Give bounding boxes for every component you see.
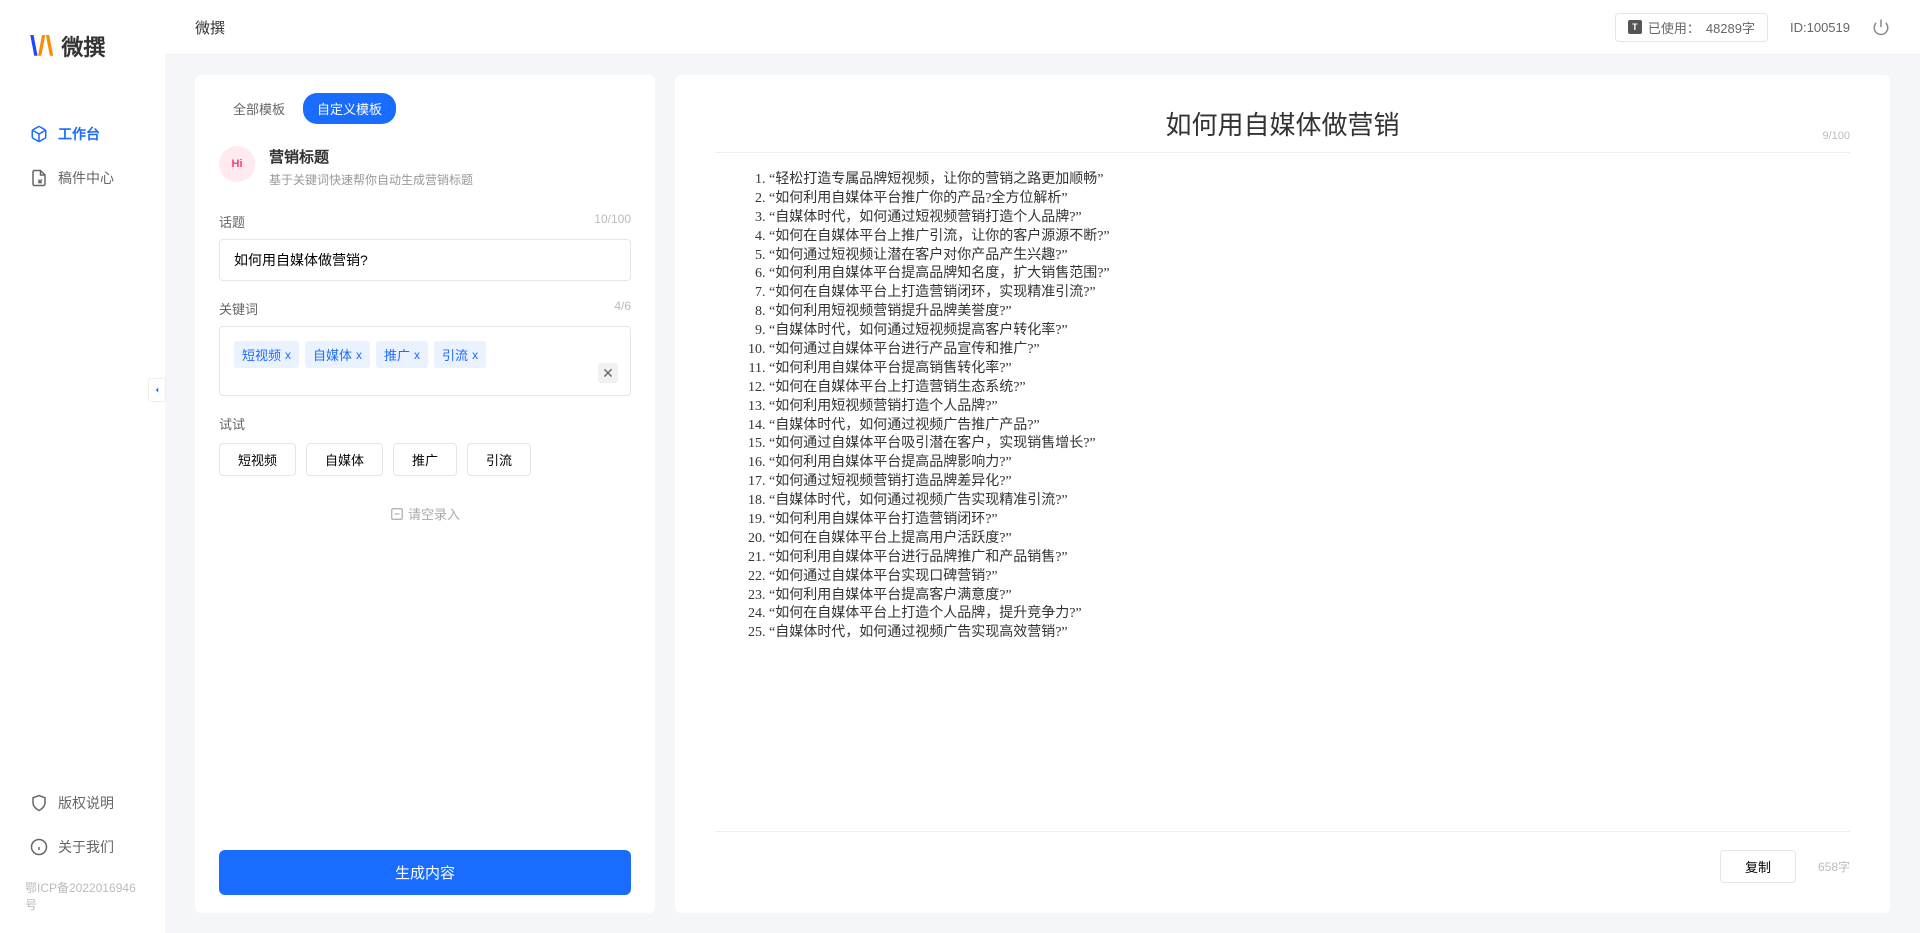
icp-text: 鄂ICP备2022016946号 (0, 869, 165, 913)
result-item: “如何通过短视频让潜在客户对你产品产生兴趣?” (769, 247, 1850, 266)
result-item: “轻松打造专属品牌短视频，让你的营销之路更加顺畅” (769, 171, 1850, 190)
sidebar-collapse-button[interactable] (148, 378, 166, 402)
fill-hint[interactable]: 请空录入 (219, 504, 631, 523)
result-item: “如何利用自媒体平台提高销售转化率?” (769, 360, 1850, 379)
logo-mark: \/\ (30, 30, 53, 62)
nav-label: 版权说明 (58, 793, 114, 813)
divider (715, 152, 1850, 153)
topic-input[interactable] (219, 239, 631, 281)
topic-count: 10/100 (594, 212, 631, 231)
clear-tags-button[interactable]: ✕ (598, 363, 618, 383)
result-title-row: 如何用自媒体做营销 9/100 (715, 105, 1850, 142)
result-item: “如何利用自媒体平台打造营销闭环?” (769, 511, 1850, 530)
result-item: “自媒体时代，如何通过短视频营销打造个人品牌?” (769, 209, 1850, 228)
result-item: “自媒体时代，如何通过视频广告推广产品?” (769, 417, 1850, 436)
info-icon (30, 838, 48, 856)
suggestion-chip[interactable]: 推广 (393, 443, 457, 476)
result-item: “如何利用自媒体平台推广你的产品?全方位解析” (769, 190, 1850, 209)
result-item: “自媒体时代，如何通过视频广告实现精准引流?” (769, 492, 1850, 511)
template-head: Hi 营销标题 基于关键词快速帮你自动生成营销标题 (219, 146, 631, 188)
keyword-tags-box[interactable]: 短视频 x自媒体 x推广 x引流 x ✕ (219, 326, 631, 396)
remove-tag-icon[interactable]: x (472, 348, 478, 362)
result-item: “如何利用短视频营销打造个人品牌?” (769, 398, 1850, 417)
content: 全部模板 自定义模板 Hi 营销标题 基于关键词快速帮你自动生成营销标题 话题 … (165, 55, 1920, 933)
sidebar-item-drafts[interactable]: 稿件中心 (0, 156, 165, 200)
text-icon: T (1628, 20, 1642, 34)
user-id: ID:100519 (1790, 20, 1850, 35)
shield-icon (30, 794, 48, 812)
result-item: “如何利用自媒体平台提高品牌知名度，扩大销售范围?” (769, 265, 1850, 284)
cube-icon (30, 125, 48, 143)
hi-icon: Hi (219, 146, 255, 182)
keyword-tag[interactable]: 短视频 x (234, 341, 299, 368)
suggestion-chip[interactable]: 短视频 (219, 443, 296, 476)
result-item: “如何利用自媒体平台进行品牌推广和产品销售?” (769, 549, 1850, 568)
result-title-count: 9/100 (1822, 130, 1850, 142)
sidebar-item-copyright[interactable]: 版权说明 (0, 781, 165, 825)
sidebar-item-about[interactable]: 关于我们 (0, 825, 165, 869)
result-item: “如何利用短视频营销提升品牌美誉度?” (769, 303, 1850, 322)
sidebar-item-workbench[interactable]: 工作台 (0, 112, 165, 156)
keyword-label-row: 关键词 4/6 (219, 299, 631, 318)
template-title: 营销标题 (269, 146, 473, 167)
result-item: “如何利用自媒体平台提高客户满意度?” (769, 587, 1850, 606)
result-item: “如何在自媒体平台上提高用户活跃度?” (769, 530, 1850, 549)
header: 微撰 T 已使用： 48289字 ID:100519 (165, 0, 1920, 55)
result-item: “如何通过自媒体平台实现口碑营销?” (769, 568, 1850, 587)
usage-value: 48289字 (1706, 18, 1755, 37)
nav-label: 工作台 (58, 124, 100, 144)
nav: 工作台 稿件中心 (0, 112, 165, 781)
generate-button[interactable]: 生成内容 (219, 850, 631, 895)
result-title: 如何用自媒体做营销 (715, 105, 1850, 142)
suggestion-chip[interactable]: 引流 (467, 443, 531, 476)
nav-label: 关于我们 (58, 837, 114, 857)
usage-badge[interactable]: T 已使用： 48289字 (1615, 13, 1768, 42)
bottom-nav: 版权说明 关于我们 (0, 781, 165, 869)
result-item: “如何在自媒体平台上推广引流，让你的客户源源不断?” (769, 228, 1850, 247)
template-desc: 基于关键词快速帮你自动生成营销标题 (269, 171, 473, 188)
try-label: 试试 (219, 414, 631, 433)
char-count: 658字 (1818, 858, 1850, 875)
result-item: “如何通过短视频营销打造品牌差异化?” (769, 473, 1850, 492)
topic-label-row: 话题 10/100 (219, 212, 631, 231)
result-item: “自媒体时代，如何通过视频广告实现高效营销?” (769, 624, 1850, 643)
usage-prefix: 已使用： (1648, 18, 1700, 37)
result-item: “如何在自媒体平台上打造个人品牌，提升竞争力?” (769, 605, 1850, 624)
nav-label: 稿件中心 (58, 168, 114, 188)
right-panel: 如何用自媒体做营销 9/100 “轻松打造专属品牌短视频，让你的营销之路更加顺畅… (675, 75, 1890, 913)
result-list: “轻松打造专属品牌短视频，让你的营销之路更加顺畅”“如何利用自媒体平台推广你的产… (715, 171, 1850, 831)
tab-custom-template[interactable]: 自定义模板 (303, 93, 396, 124)
keyword-tag[interactable]: 引流 x (434, 341, 486, 368)
result-item: “如何利用自媒体平台提高品牌影响力?” (769, 454, 1850, 473)
copy-button[interactable]: 复制 (1720, 850, 1796, 883)
logo-text: 微撰 (61, 30, 105, 62)
tabs: 全部模板 自定义模板 (219, 93, 631, 124)
sidebar: \/\ 微撰 工作台 稿件中心 版权说明 (0, 0, 165, 933)
logo[interactable]: \/\ 微撰 (0, 30, 165, 112)
result-item: “如何在自媒体平台上打造营销生态系统?” (769, 379, 1850, 398)
doc-icon (30, 169, 48, 187)
suggestion-chip[interactable]: 自媒体 (306, 443, 383, 476)
result-item: “如何通过自媒体平台吸引潜在客户，实现销售增长?” (769, 435, 1850, 454)
keyword-label: 关键词 (219, 299, 258, 318)
keyword-tag[interactable]: 推广 x (376, 341, 428, 368)
power-icon[interactable] (1872, 18, 1890, 36)
result-item: “如何在自媒体平台上打造营销闭环，实现精准引流?” (769, 284, 1850, 303)
keyword-count: 4/6 (614, 299, 631, 318)
remove-tag-icon[interactable]: x (356, 348, 362, 362)
tab-all-templates[interactable]: 全部模板 (219, 93, 299, 124)
remove-tag-icon[interactable]: x (285, 348, 291, 362)
left-panel: 全部模板 自定义模板 Hi 营销标题 基于关键词快速帮你自动生成营销标题 话题 … (195, 75, 655, 913)
chip-row: 短视频自媒体推广引流 (219, 443, 631, 476)
result-item: “如何通过自媒体平台进行产品宣传和推广?” (769, 341, 1850, 360)
topic-label: 话题 (219, 212, 245, 231)
remove-tag-icon[interactable]: x (414, 348, 420, 362)
result-footer: 复制 658字 (715, 831, 1850, 883)
main: 微撰 T 已使用： 48289字 ID:100519 全部模板 自定义模板 (165, 0, 1920, 933)
fill-hint-text: 请空录入 (408, 504, 460, 523)
result-item: “自媒体时代，如何通过短视频提高客户转化率?” (769, 322, 1850, 341)
page-title: 微撰 (195, 17, 225, 38)
header-right: T 已使用： 48289字 ID:100519 (1615, 13, 1890, 42)
keyword-tag[interactable]: 自媒体 x (305, 341, 370, 368)
